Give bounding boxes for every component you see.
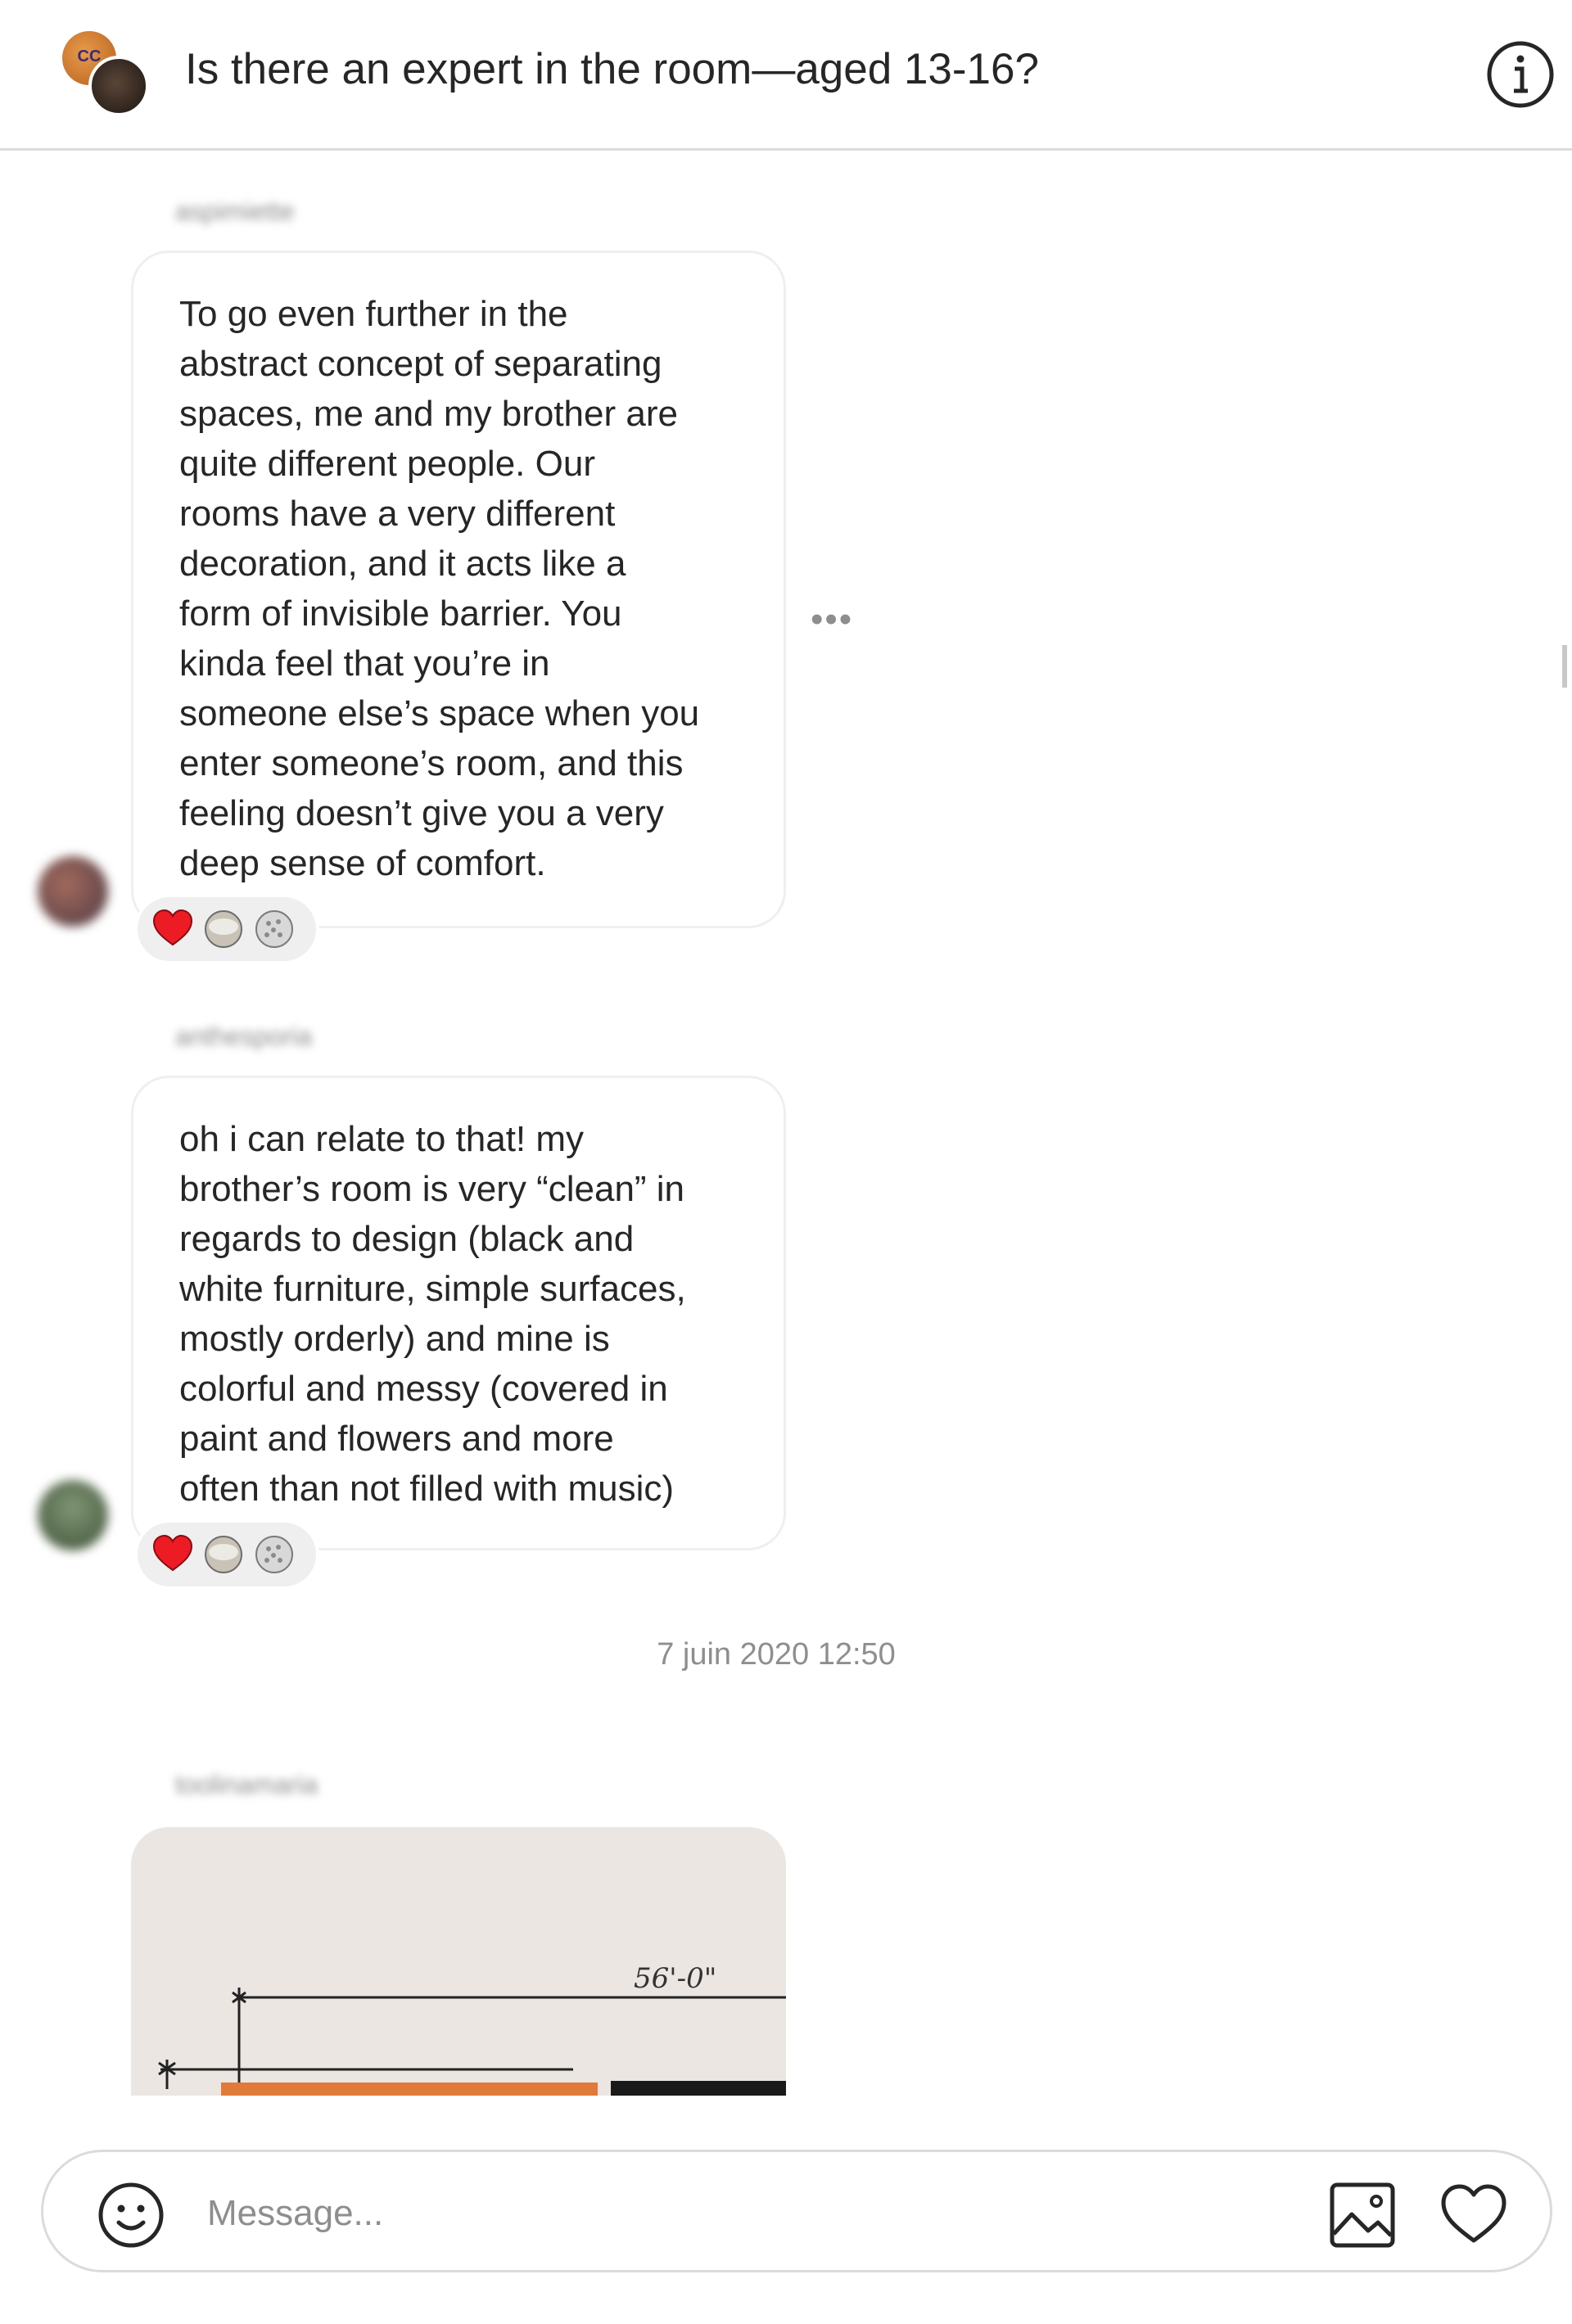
image-upload-icon[interactable] [1327, 2180, 1398, 2250]
reactions-bar[interactable] [134, 894, 319, 964]
reaction-emoji-2 [201, 907, 246, 951]
group-avatar[interactable]: CC [62, 31, 152, 116]
scrollbar-thumb[interactable] [1562, 645, 1567, 688]
message-username[interactable]: toolinamaria [175, 1770, 318, 1800]
info-icon[interactable] [1485, 39, 1556, 110]
chat-window: CC Is there an expert in the room—aged 1… [0, 0, 1572, 2324]
message-input[interactable] [207, 2185, 1272, 2242]
message-composer [41, 2150, 1552, 2272]
heart-emoji [151, 1532, 195, 1577]
dimension-label: 56'-0" [634, 1962, 716, 1995]
reaction-emoji-3 [252, 1532, 296, 1577]
reaction-emoji-2 [201, 1532, 246, 1577]
sender-avatar[interactable] [38, 856, 108, 927]
chat-title: Is there an expert in the room—aged 13-1… [185, 45, 1039, 93]
message-bubble[interactable]: oh i can relate to that! my brother’s ro… [131, 1076, 786, 1550]
chat-header: CC Is there an expert in the room—aged 1… [0, 0, 1572, 151]
reaction-emoji-3 [252, 907, 296, 951]
message-text: oh i can relate to that! my brother’s ro… [179, 1119, 686, 1509]
group-avatar-secondary [88, 56, 149, 116]
image-message-content: 56'-0" [131, 1827, 786, 2096]
heart-emoji [151, 907, 195, 951]
emoji-icon[interactable] [96, 2180, 166, 2250]
message-timestamp: 7 juin 2020 12:50 [657, 1637, 896, 1672]
image-message[interactable]: 56'-0" [131, 1827, 786, 2096]
sender-avatar[interactable] [38, 1480, 108, 1550]
message-username[interactable]: anthesporia [175, 1022, 312, 1052]
message-bubble[interactable]: To go even further in the abstract conce… [131, 250, 786, 928]
heart-icon[interactable] [1439, 2180, 1509, 2250]
reactions-bar[interactable] [134, 1519, 319, 1590]
message-username[interactable]: aspimiette [175, 196, 295, 227]
message-text: To go even further in the abstract conce… [179, 294, 700, 883]
more-options-icon[interactable]: ••• [811, 599, 853, 640]
